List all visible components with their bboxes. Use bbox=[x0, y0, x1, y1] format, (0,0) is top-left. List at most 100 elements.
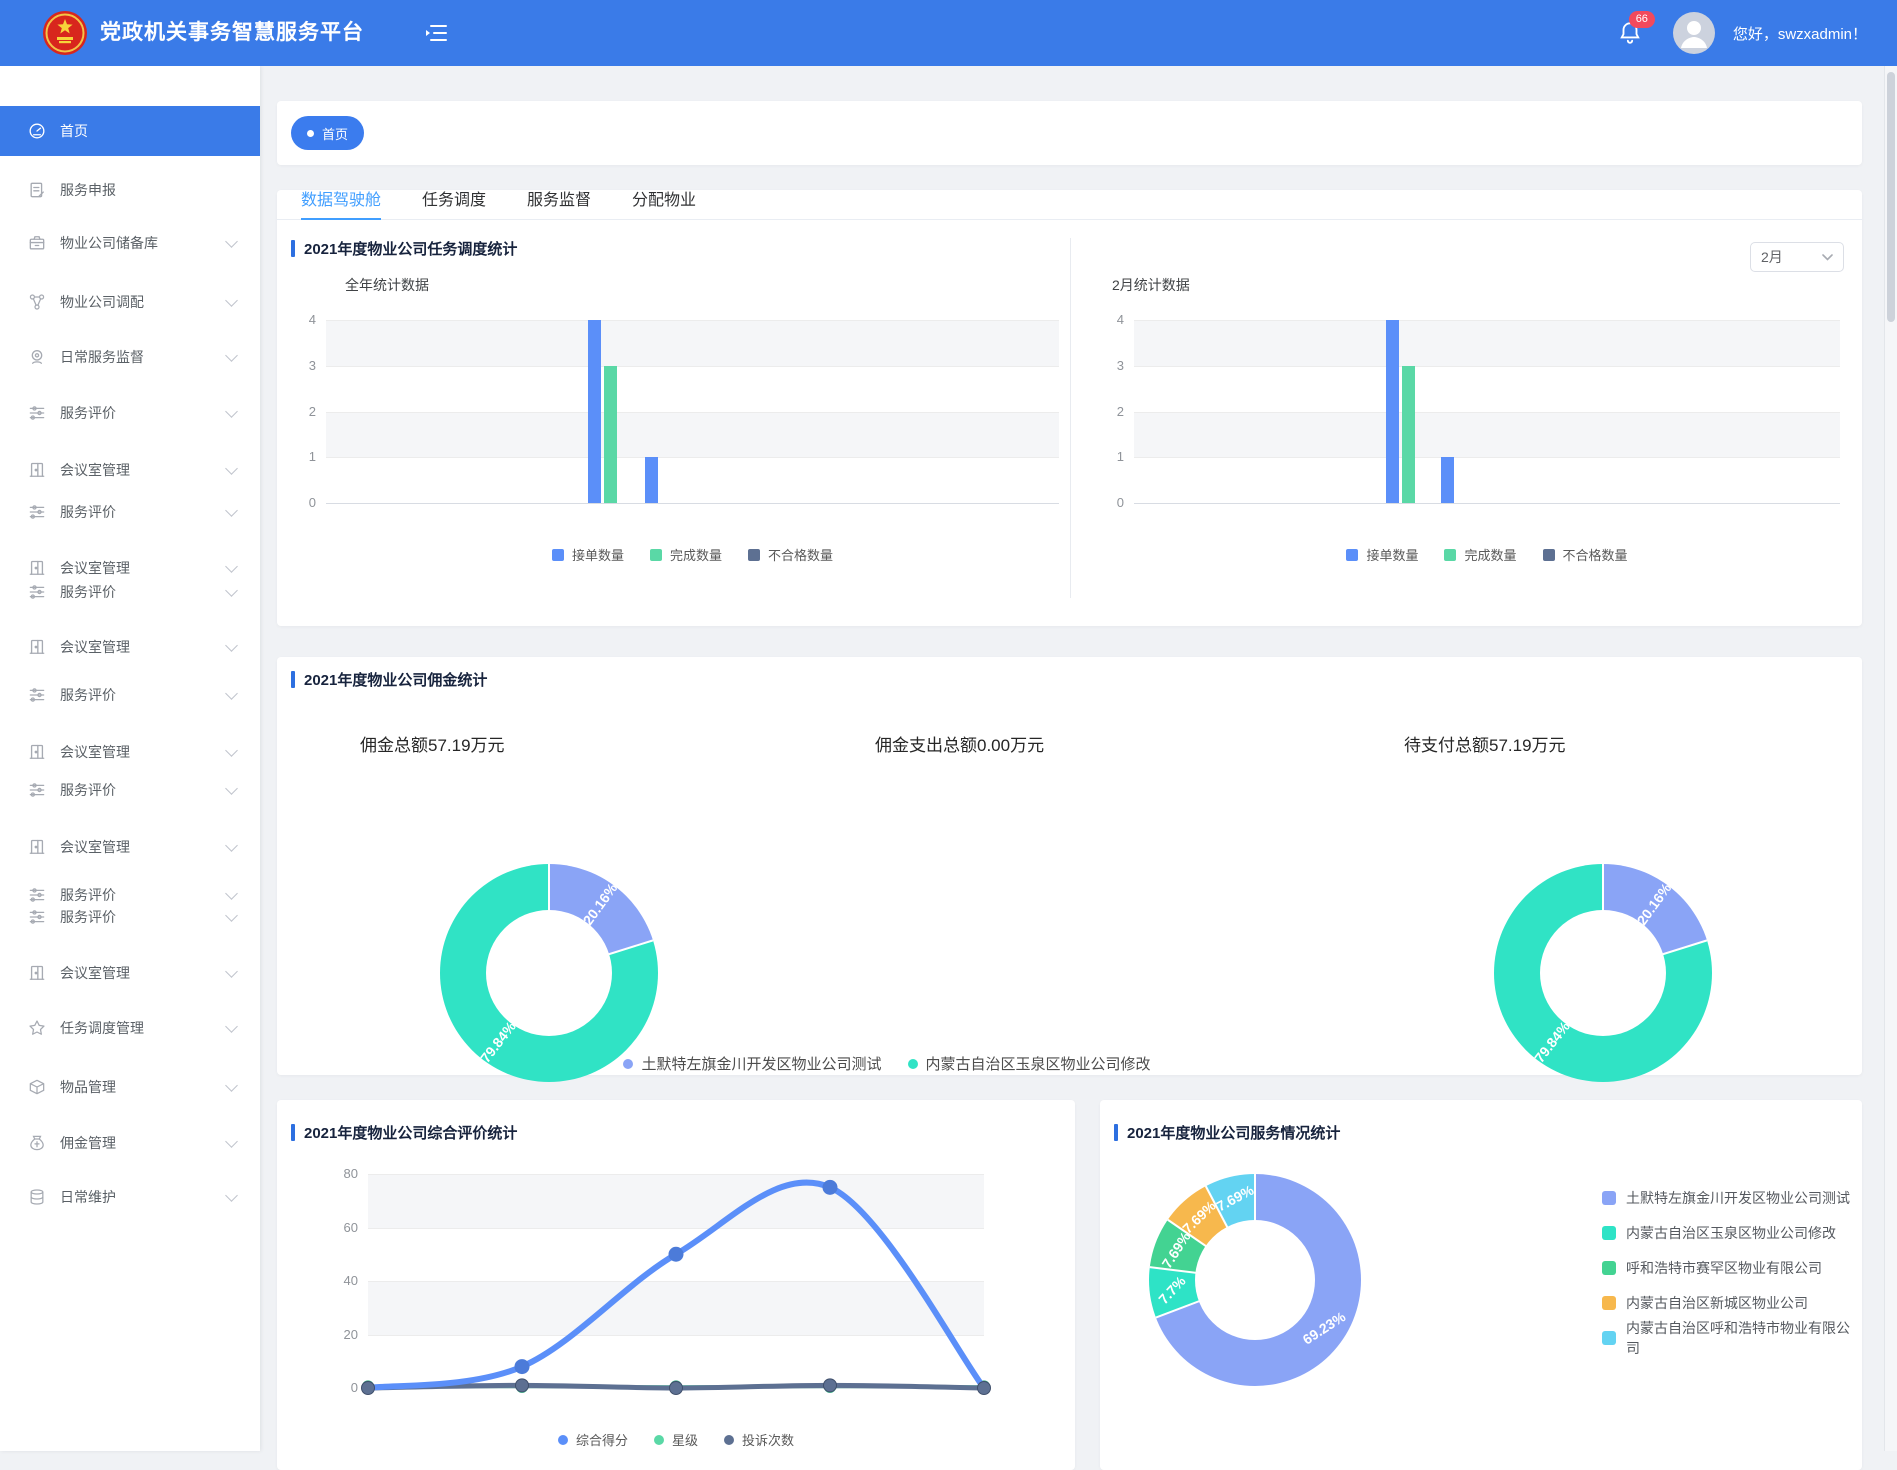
chevron-down-icon bbox=[225, 909, 238, 922]
panel-title: 2021年度物业公司任务调度统计 bbox=[291, 238, 517, 259]
grid-band bbox=[1134, 320, 1840, 366]
legend-marker bbox=[748, 549, 760, 561]
panel-title: 2021年度物业公司服务情况统计 bbox=[1114, 1122, 1340, 1143]
sidebar-item-label: 物品管理 bbox=[60, 1077, 227, 1097]
legend-marker bbox=[1602, 1331, 1616, 1345]
chevron-down-icon bbox=[225, 349, 238, 362]
sidebar-item-18[interactable]: 任务调度管理 bbox=[0, 1008, 260, 1048]
sidebar-fold-icon[interactable] bbox=[424, 22, 448, 44]
legend-label: 完成数量 bbox=[670, 545, 722, 564]
sidebar-item-10[interactable]: 会议室管理 bbox=[0, 627, 260, 667]
y-tick-label: 4 bbox=[1096, 312, 1124, 327]
y-tick-label: 60 bbox=[328, 1220, 358, 1235]
door-icon bbox=[27, 837, 47, 857]
legend-item[interactable]: 接单数量 bbox=[552, 545, 624, 564]
sidebar-item-14[interactable]: 会议室管理 bbox=[0, 827, 260, 867]
page-scrollbar[interactable] bbox=[1884, 66, 1897, 1451]
star-icon bbox=[27, 1018, 47, 1038]
breadcrumb-home-pill[interactable]: 首页 bbox=[291, 116, 364, 150]
sidebar-item-label: 服务评价 bbox=[60, 582, 227, 602]
sidebar-item-16[interactable]: 服务评价 bbox=[0, 897, 260, 937]
legend-item[interactable]: 呼和浩特市赛罕区物业有限公司 bbox=[1602, 1257, 1862, 1279]
legend-item[interactable]: 综合得分 bbox=[558, 1430, 628, 1449]
legend-marker bbox=[654, 1435, 664, 1445]
sidebar-item-1[interactable]: 服务申报 bbox=[0, 170, 260, 210]
legend-item[interactable]: 不合格数量 bbox=[1543, 545, 1628, 564]
sidebar-item-21[interactable]: 日常维护 bbox=[0, 1177, 260, 1217]
sidebar-item-0[interactable]: 首页 bbox=[0, 106, 260, 156]
gridline bbox=[326, 366, 1059, 367]
y-tick-label: 40 bbox=[328, 1273, 358, 1288]
bar-chart-annual: 43210 bbox=[326, 320, 1059, 503]
door-icon bbox=[27, 742, 47, 762]
sidebar-item-9[interactable]: 服务评价 bbox=[0, 572, 260, 612]
y-tick-label: 3 bbox=[288, 358, 316, 373]
bar-接单数量 bbox=[1441, 457, 1454, 503]
sidebar-item-17[interactable]: 会议室管理 bbox=[0, 953, 260, 993]
sidebar-item-label: 物业公司储备库 bbox=[60, 233, 227, 253]
user-greeting[interactable]: 您好，swzxadmin！ bbox=[1733, 23, 1867, 44]
legend-marker bbox=[1602, 1191, 1616, 1205]
legend-item[interactable]: 接单数量 bbox=[1346, 545, 1418, 564]
chevron-down-icon bbox=[225, 294, 238, 307]
title-accent-bar bbox=[1114, 1124, 1118, 1141]
tab-item-0[interactable]: 数据驾驶舱 bbox=[301, 190, 381, 220]
sidebar-item-label: 会议室管理 bbox=[60, 460, 227, 480]
legend-item[interactable]: 内蒙古自治区玉泉区物业公司修改 bbox=[908, 1053, 1151, 1074]
legend-item[interactable]: 土默特左旗金川开发区物业公司测试 bbox=[1602, 1187, 1862, 1209]
donut-value-label: 79.84% bbox=[1531, 1019, 1573, 1066]
chevron-down-icon bbox=[225, 1135, 238, 1148]
tab-item-2[interactable]: 服务监督 bbox=[527, 190, 591, 220]
legend-label: 内蒙古自治区玉泉区物业公司修改 bbox=[926, 1053, 1151, 1074]
door-icon bbox=[27, 637, 47, 657]
avatar[interactable] bbox=[1673, 12, 1715, 54]
sidebar-item-19[interactable]: 物品管理 bbox=[0, 1067, 260, 1107]
donut-value-label: 7.69% bbox=[1179, 1198, 1219, 1237]
tab-item-3[interactable]: 分配物业 bbox=[632, 190, 696, 220]
tab-bar: 数据驾驶舱 任务调度 服务监督 分配物业 bbox=[277, 190, 1862, 220]
panel-divider bbox=[1070, 238, 1071, 598]
sidebar-item-13[interactable]: 服务评价 bbox=[0, 770, 260, 810]
service-donut: 69.23%7.7%7.69%7.69%7.69% bbox=[1149, 1174, 1361, 1386]
month-select[interactable]: 2月 bbox=[1750, 242, 1844, 272]
legend-item[interactable]: 内蒙古自治区玉泉区物业公司修改 bbox=[1602, 1222, 1862, 1244]
legend-item[interactable]: 完成数量 bbox=[1444, 545, 1516, 564]
sidebar-item-label: 会议室管理 bbox=[60, 963, 227, 983]
scrollbar-thumb[interactable] bbox=[1887, 72, 1895, 322]
legend-label: 接单数量 bbox=[1366, 545, 1418, 564]
legend-item[interactable]: 完成数量 bbox=[650, 545, 722, 564]
sidebar-item-7[interactable]: 服务评价 bbox=[0, 492, 260, 532]
commission-donut-total: 20.16%79.84% bbox=[440, 864, 658, 1082]
line-chart bbox=[277, 1100, 1075, 1470]
legend-label: 综合得分 bbox=[576, 1430, 628, 1449]
legend-item[interactable]: 内蒙古自治区呼和浩特市物业有限公司 bbox=[1602, 1327, 1862, 1349]
chevron-down-icon bbox=[225, 744, 238, 757]
legend-item[interactable]: 投诉次数 bbox=[724, 1430, 794, 1449]
sidebar-item-5[interactable]: 服务评价 bbox=[0, 393, 260, 433]
line-legend: 综合得分 星级 投诉次数 bbox=[368, 1430, 984, 1449]
sidebar-item-6[interactable]: 会议室管理 bbox=[0, 450, 260, 490]
chevron-down-icon bbox=[225, 462, 238, 475]
notification-bell-icon[interactable]: 66 bbox=[1617, 18, 1645, 48]
legend-item[interactable]: 不合格数量 bbox=[748, 545, 833, 564]
legend-label: 内蒙古自治区玉泉区物业公司修改 bbox=[1626, 1223, 1836, 1243]
tab-item-1[interactable]: 任务调度 bbox=[422, 190, 486, 220]
commission-pending-label: 待支付总额57.19万元 bbox=[1404, 731, 1566, 756]
sidebar-item-11[interactable]: 服务评价 bbox=[0, 675, 260, 715]
y-tick-label: 1 bbox=[1096, 449, 1124, 464]
bar-接单数量 bbox=[1386, 320, 1399, 503]
sidebar-item-2[interactable]: 物业公司储备库 bbox=[0, 223, 260, 263]
legend-item[interactable]: 土默特左旗金川开发区物业公司测试 bbox=[623, 1053, 881, 1074]
bar-legend: 接单数量 完成数量 不合格数量 bbox=[326, 545, 1059, 564]
legend-item[interactable]: 内蒙古自治区新城区物业公司 bbox=[1602, 1292, 1862, 1314]
sidebar-item-4[interactable]: 日常服务监督 bbox=[0, 337, 260, 377]
sidebar-item-3[interactable]: 物业公司调配 bbox=[0, 282, 260, 322]
legend-label: 不合格数量 bbox=[1563, 545, 1628, 564]
bar-接单数量 bbox=[588, 320, 601, 503]
y-tick-label: 4 bbox=[288, 312, 316, 327]
bar-legend: 接单数量 完成数量 不合格数量 bbox=[1134, 545, 1840, 564]
sidebar-item-12[interactable]: 会议室管理 bbox=[0, 732, 260, 772]
sidebar-item-20[interactable]: 佣金管理 bbox=[0, 1123, 260, 1163]
sidebar-item-label: 会议室管理 bbox=[60, 837, 227, 857]
legend-item[interactable]: 星级 bbox=[654, 1430, 698, 1449]
